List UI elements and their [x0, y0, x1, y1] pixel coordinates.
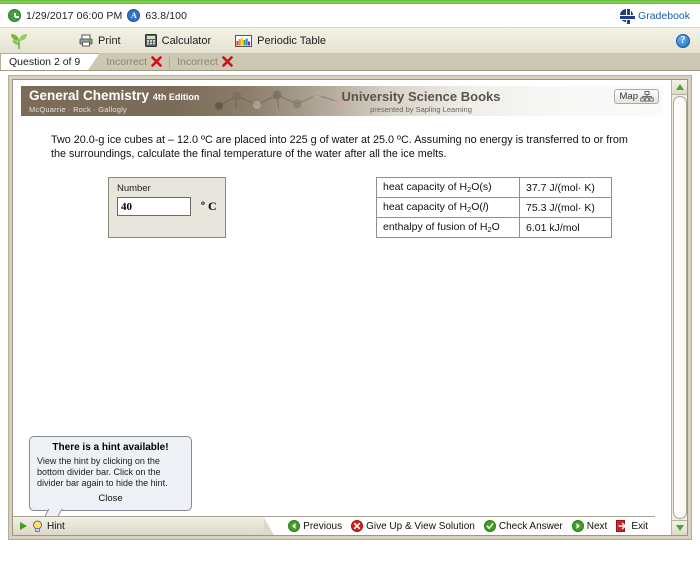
tab-incorrect-1[interactable]: Incorrect: [99, 53, 169, 70]
hint-popup-close-button[interactable]: Close: [37, 493, 184, 504]
hint-popup-body: View the hint by clicking on the bottom …: [37, 456, 168, 488]
status-bar: 1/29/2017 06:00 PM A 63.8/100 Gradebook: [0, 4, 700, 28]
tab-slant-decoration: [88, 53, 100, 70]
hint-available-popup: There is a hint available! View the hint…: [29, 436, 192, 518]
give-up-label: Give Up & View Solution: [366, 520, 475, 532]
play-triangle-icon: [20, 522, 27, 530]
tab-incorrect-2-label: Incorrect: [177, 55, 218, 68]
printer-icon: [79, 34, 93, 47]
nav-panel-slant: [264, 516, 276, 535]
red-x-icon: [222, 56, 233, 67]
question-tab-strip: Question 2 of 9 Incorrect Incorrect: [0, 53, 700, 71]
table-row: heat capacity of H2O(s) 37.7 J/(mol· K): [376, 177, 612, 198]
question-frame: General Chemistry 4th Edition McQuarrie …: [8, 75, 692, 540]
scroll-down-arrow-icon: [675, 525, 684, 531]
give-up-button[interactable]: Give Up & View Solution: [351, 520, 475, 532]
check-answer-button[interactable]: Check Answer: [483, 520, 563, 532]
gradebook-link[interactable]: Gradebook: [638, 10, 690, 22]
table-row: heat capacity of H2O(l) 75.3 J/(mol· K): [376, 197, 612, 218]
table-cell-value: 37.7 J/(mol· K): [519, 177, 612, 198]
answer-field-label: Number: [117, 183, 151, 194]
banner-publisher-info: University Science Books presented by Sa…: [306, 89, 536, 115]
clock-icon: [8, 9, 21, 22]
next-label: Next: [586, 520, 608, 532]
previous-label: Previous: [303, 520, 343, 532]
red-exit-door-icon: [616, 520, 627, 532]
navigation-panel: Previous Give Up & View Solution Check A…: [264, 516, 655, 535]
hint-label: Hint: [47, 520, 65, 532]
banner-publisher: University Science Books: [341, 89, 501, 104]
banner-authors: McQuarrie · Rock · Gallogly: [29, 105, 127, 114]
table-cell-quantity: enthalpy of fusion of H2O: [376, 217, 520, 238]
banner-edition: 4th Edition: [152, 92, 200, 102]
tab-question-2[interactable]: Question 2 of 9: [0, 53, 89, 70]
periodic-table-label: Periodic Table: [257, 34, 327, 47]
banner-course-info: General Chemistry 4th Edition McQuarrie …: [29, 88, 200, 115]
answer-and-data-row: Number º C heat capacity of H2O(s) 37.7 …: [13, 177, 671, 238]
red-x-icon: [151, 56, 162, 67]
question-text: Two 20.0-g ice cubes at – 12.0 ºC are pl…: [51, 134, 628, 160]
answer-number-input[interactable]: [117, 197, 191, 216]
calculator-label: Calculator: [161, 34, 212, 47]
hint-popup-title: There is a hint available!: [52, 442, 169, 453]
print-button[interactable]: Print: [74, 30, 126, 52]
calculator-icon: [144, 34, 157, 47]
periodic-table-button[interactable]: Periodic Table: [230, 30, 331, 52]
scroll-up-button[interactable]: [671, 80, 687, 95]
banner-presented-by: presented by Sapling Learning: [370, 105, 472, 114]
periodic-table-icon: [235, 34, 253, 47]
scroll-down-button[interactable]: [671, 520, 687, 535]
main-toolbar: Print Calculator Periodic Table ?: [0, 28, 700, 54]
green-check-circle-icon: [483, 520, 496, 532]
table-cell-quantity: heat capacity of H2O(s): [376, 177, 520, 198]
session-datetime: 1/29/2017 06:00 PM: [26, 9, 123, 22]
previous-button[interactable]: Previous: [288, 520, 342, 532]
vertical-scrollbar[interactable]: [671, 80, 687, 535]
table-cell-value: 75.3 J/(mol· K): [519, 197, 612, 218]
scrollbar-thumb[interactable]: [672, 96, 687, 519]
green-forward-arrow-icon: [571, 520, 584, 532]
table-row: enthalpy of fusion of H2O 6.01 kJ/mol: [376, 217, 612, 238]
exit-button[interactable]: Exit: [616, 520, 648, 532]
constants-table: heat capacity of H2O(s) 37.7 J/(mol· K) …: [376, 177, 612, 238]
help-icon[interactable]: ?: [676, 33, 690, 48]
lightbulb-icon: [33, 520, 42, 532]
map-label: Map: [619, 91, 638, 102]
score-text: 63.8/100: [145, 9, 188, 22]
course-banner: General Chemistry 4th Edition McQuarrie …: [21, 86, 663, 116]
next-button[interactable]: Next: [571, 520, 608, 532]
sitemap-icon: [640, 91, 654, 102]
check-answer-label: Check Answer: [498, 520, 563, 532]
grade-badge-icon: A: [127, 9, 141, 22]
exit-label: Exit: [631, 520, 648, 532]
red-x-circle-icon: [351, 520, 364, 532]
leaf-logo-icon: [6, 32, 32, 50]
answer-unit-label: º C: [201, 199, 217, 213]
table-cell-quantity: heat capacity of H2O(l): [376, 197, 520, 218]
tab-incorrect-2[interactable]: Incorrect: [170, 53, 240, 70]
calculator-button[interactable]: Calculator: [140, 30, 217, 52]
tab-incorrect-1-label: Incorrect: [106, 55, 148, 68]
answer-input-group: Number º C: [108, 177, 226, 238]
scrollbar-track[interactable]: [671, 95, 687, 520]
hint-divider-button[interactable]: Hint: [13, 517, 65, 536]
print-label: Print: [98, 34, 121, 47]
application-window: 1/29/2017 06:00 PM A 63.8/100 Gradebook: [0, 0, 700, 562]
table-cell-value: 6.01 kJ/mol: [519, 217, 612, 238]
scroll-up-arrow-icon: [675, 84, 684, 90]
green-back-arrow-icon: [288, 520, 301, 532]
map-button[interactable]: Map: [613, 89, 659, 104]
question-content-area: General Chemistry 4th Edition McQuarrie …: [13, 80, 671, 535]
banner-title: General Chemistry: [29, 88, 150, 103]
globe-icon: [620, 9, 636, 24]
question-bottom-bar: Hint Previous Give Up & View Solution Ch…: [13, 516, 655, 535]
